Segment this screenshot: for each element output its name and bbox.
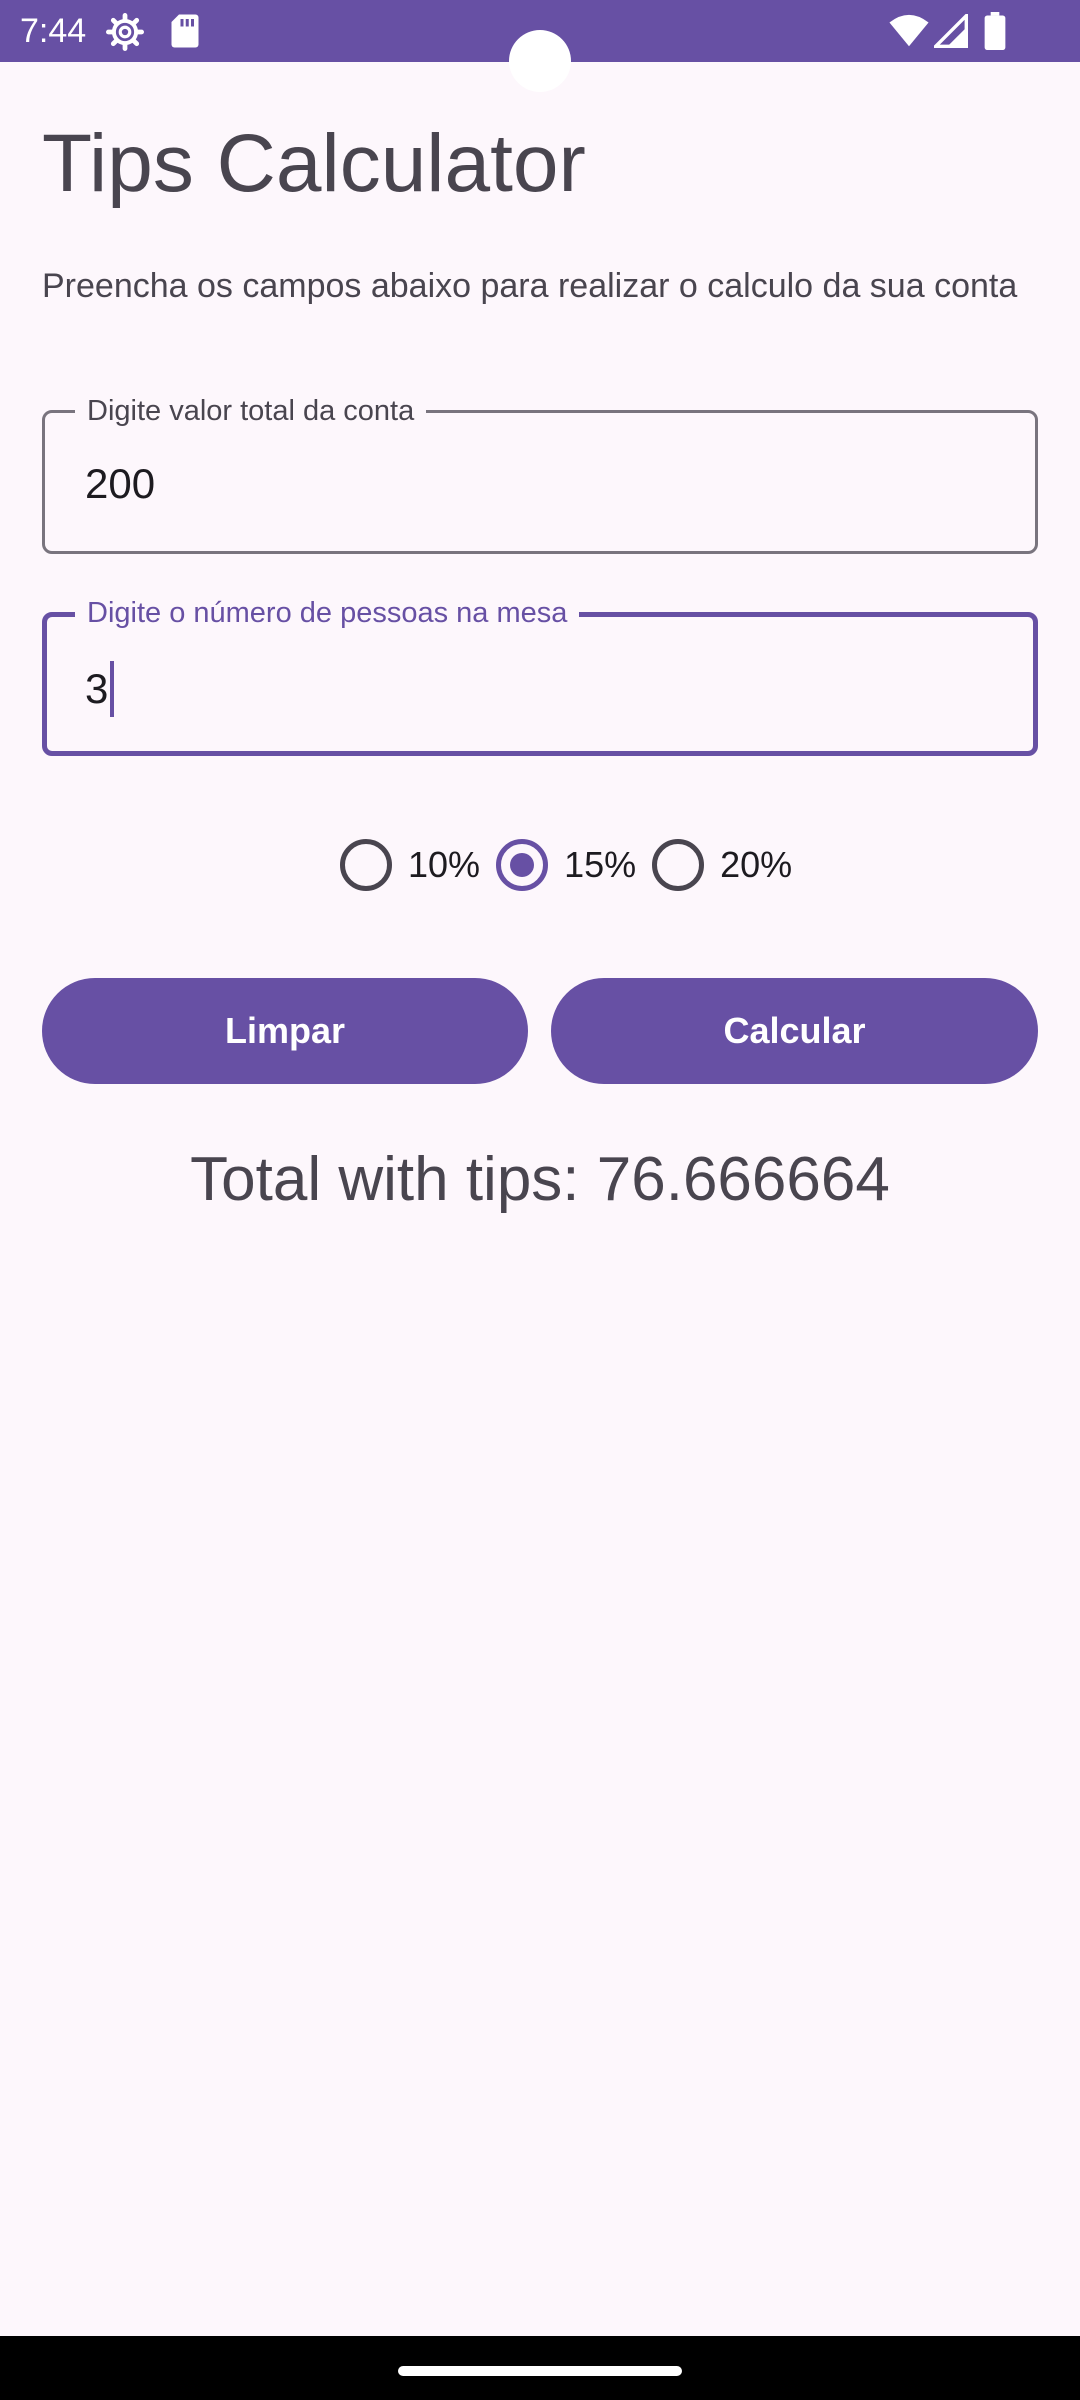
people-count-text: 3 xyxy=(85,665,109,712)
bill-total-text: 200 xyxy=(85,460,156,507)
tip-label-10: 10% xyxy=(408,844,481,885)
bill-total-value[interactable]: 200 xyxy=(85,459,155,509)
page-title: Tips Calculator xyxy=(42,118,586,209)
radio-button-15[interactable] xyxy=(496,839,549,891)
total-with-tips-result: Total with tips: 76.666664 xyxy=(190,1145,890,1214)
people-count-value[interactable]: 3 xyxy=(85,661,115,717)
bill-total-label: Digite valor total da conta xyxy=(75,393,427,429)
clear-button[interactable]: Limpar xyxy=(42,978,528,1084)
sd-card-icon xyxy=(170,13,200,54)
cell-signal-icon xyxy=(931,11,968,53)
radio-button-20[interactable] xyxy=(652,839,705,891)
camera-cutout xyxy=(509,30,571,92)
text-cursor xyxy=(110,661,115,717)
battery-icon xyxy=(984,12,1006,55)
navigation-bar xyxy=(0,2336,1080,2400)
tip-label-20: 20% xyxy=(720,844,793,885)
home-gesture-handle[interactable] xyxy=(398,2366,682,2376)
people-count-label: Digite o número de pessoas na mesa xyxy=(75,595,580,631)
settings-gear-icon xyxy=(106,13,144,56)
tip-option-15[interactable]: 15% xyxy=(496,839,636,891)
radio-selected-dot xyxy=(510,853,535,877)
instructions-text: Preencha os campos abaixo para realizar … xyxy=(42,267,1018,305)
tip-radio-group: 10% 15% 20% xyxy=(340,834,808,896)
tip-option-10[interactable]: 10% xyxy=(340,839,480,891)
status-time: 7:44 xyxy=(20,12,87,50)
bill-total-field[interactable]: Digite valor total da conta 200 xyxy=(42,393,1038,554)
people-count-field[interactable]: Digite o número de pessoas na mesa 3 xyxy=(42,595,1038,756)
tip-label-15: 15% xyxy=(564,844,637,885)
tip-option-20[interactable]: 20% xyxy=(652,839,792,891)
wifi-icon xyxy=(888,14,930,53)
calculate-button[interactable]: Calcular xyxy=(551,978,1038,1084)
radio-button-10[interactable] xyxy=(340,839,392,891)
